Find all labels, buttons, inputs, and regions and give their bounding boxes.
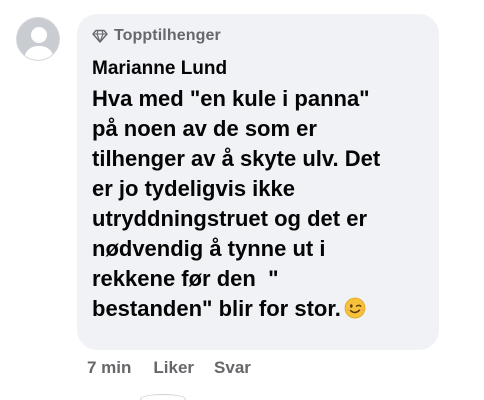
comment-text: Hva med "en kule i panna" på noen av de … [92,84,429,324]
comment-last-line-wrap: bestanden" blir for stor. [92,294,429,324]
comment-line: utryddningstruet og det er [92,206,367,231]
next-avatar-edge [140,394,186,400]
comment-line: på noen av de som er [92,116,317,141]
like-button[interactable]: Liker [153,358,194,378]
comment-line: tilhenger av å skyte ulv. Det [92,146,381,171]
comment-line: rekkene før den " [92,266,279,291]
avatar[interactable] [16,17,60,61]
badge-label: Topptilhenger [114,27,221,44]
comment-actions: 7 min Liker Svar [87,356,251,380]
comment-bubble: Topptilhenger Marianne Lund Hva med "en … [77,14,439,350]
comment-timestamp[interactable]: 7 min [87,358,131,378]
comment-screen: Topptilhenger Marianne Lund Hva med "en … [0,0,484,400]
top-fan-badge[interactable]: Topptilhenger [92,26,429,46]
comment-line: bestanden" blir for stor. [92,296,341,321]
comment-line: nødvendig å tynne ut i [92,236,326,261]
comment-line: er jo tydeligvis ikke [92,176,295,201]
author-name[interactable]: Marianne Lund [92,58,429,80]
winking-face-emoji [344,297,366,319]
default-profile-icon [17,18,59,60]
diamond-icon [92,29,108,43]
reply-button[interactable]: Svar [214,358,251,378]
comment-line: Hva med "en kule i panna" [92,86,370,111]
